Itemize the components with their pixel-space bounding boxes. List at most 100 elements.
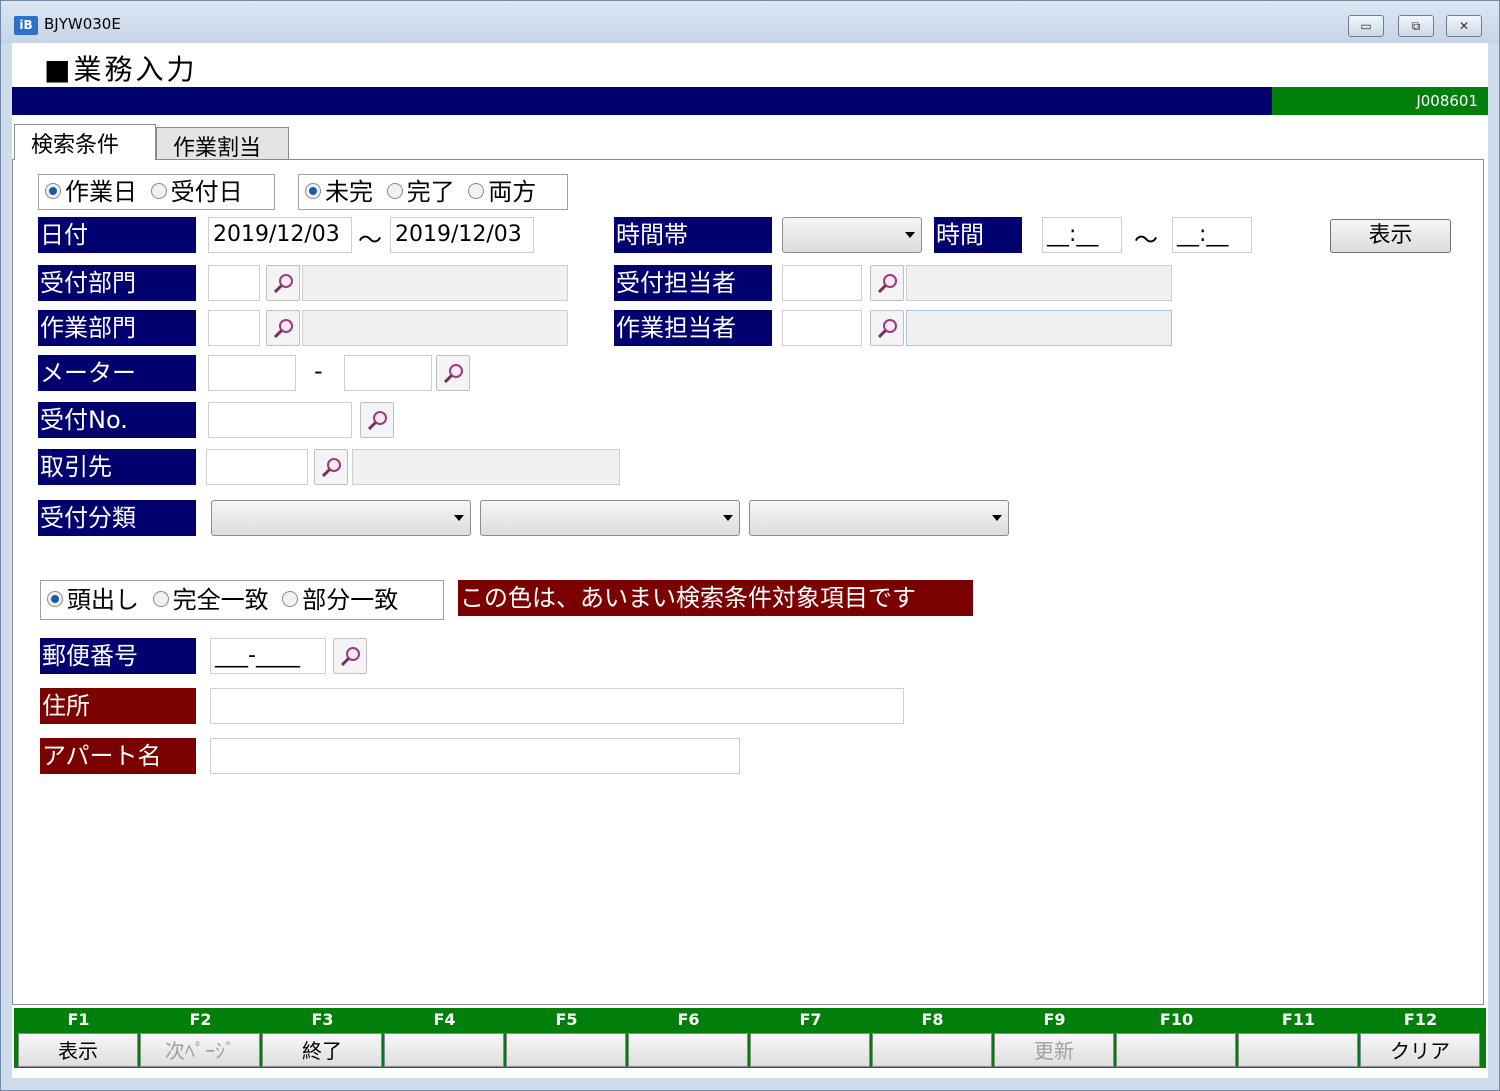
apartment-label: アパート名 <box>40 738 196 774</box>
radio-prefix-match[interactable] <box>47 591 63 607</box>
search-icon[interactable] <box>360 402 394 438</box>
minimize-button[interactable]: ▭ <box>1348 15 1384 37</box>
radio-partial-match[interactable] <box>282 591 299 607</box>
radio-partial-match-label: 部分一致 <box>302 586 399 614</box>
chevron-down-icon <box>454 515 464 521</box>
postal-label: 郵便番号 <box>40 638 196 674</box>
match-radio-group: 頭出し 完全一致 部分一致 <box>40 580 444 620</box>
fkey-f3-label: F3 <box>311 1010 334 1029</box>
work-dept-label: 作業部門 <box>38 310 196 346</box>
fkey-f1-label: F1 <box>67 1010 90 1029</box>
radio-complete[interactable] <box>386 183 403 199</box>
fkey-f12-button[interactable]: クリア <box>1360 1033 1480 1067</box>
fkey-f8-label: F8 <box>921 1010 944 1029</box>
fkey-f5-button[interactable] <box>506 1033 626 1067</box>
search-icon[interactable] <box>266 310 300 346</box>
fkey-f7-button[interactable] <box>750 1033 870 1067</box>
radio-both[interactable] <box>468 183 485 199</box>
page-title: ■業務入力 <box>44 53 198 86</box>
meter-to-input[interactable] <box>344 355 432 391</box>
time-range-separator: ～ <box>1134 226 1158 254</box>
fkey-f11-button[interactable] <box>1238 1033 1358 1067</box>
close-button[interactable]: ✕ <box>1446 15 1482 37</box>
fkey-f1-button[interactable]: 表示 <box>18 1033 138 1067</box>
meter-from-input[interactable] <box>208 355 296 391</box>
fuzzy-search-note: この色は、あいまい検索条件対象項目です <box>458 580 973 616</box>
fkey-f10-button[interactable] <box>1116 1033 1236 1067</box>
recv-class-label: 受付分類 <box>38 500 196 536</box>
postal-input[interactable]: ___-____ <box>210 638 326 674</box>
address-label: 住所 <box>40 688 196 724</box>
title-bar[interactable] <box>1 1 1499 43</box>
meter-label: メーター <box>38 355 196 391</box>
tab-work-assignment[interactable]: 作業割当 <box>156 127 289 161</box>
fkey-f6-button[interactable] <box>628 1033 748 1067</box>
radio-exact-match-label: 完全一致 <box>172 586 269 614</box>
recv-no-input[interactable] <box>208 402 352 438</box>
radio-prefix-match-label: 頭出し <box>67 586 139 614</box>
work-person-label: 作業担当者 <box>614 310 772 346</box>
recv-class-select-1[interactable] <box>211 500 471 536</box>
radio-complete-label: 完了 <box>406 178 455 206</box>
date-from-input[interactable]: 2019/12/03 <box>208 217 352 253</box>
radio-work-date-label: 作業日 <box>65 178 137 206</box>
chevron-down-icon <box>992 515 1002 521</box>
search-icon[interactable] <box>266 265 300 301</box>
work-dept-code-input[interactable] <box>208 310 260 346</box>
fkey-f9-button[interactable]: 更新 <box>994 1033 1114 1067</box>
fkey-f4-button[interactable] <box>384 1033 504 1067</box>
radio-exact-match[interactable] <box>152 591 169 607</box>
tab-search-conditions[interactable]: 検索条件 <box>14 124 156 160</box>
time-label: 時間 <box>934 217 1022 253</box>
date-type-radio-group: 作業日 受付日 <box>38 174 275 210</box>
show-button[interactable]: 表示 <box>1330 219 1451 253</box>
date-to-input[interactable]: 2019/12/03 <box>390 217 534 253</box>
radio-incomplete[interactable] <box>305 183 321 199</box>
search-icon[interactable] <box>436 355 470 391</box>
search-icon[interactable] <box>870 310 904 346</box>
fkey-f8-button[interactable] <box>872 1033 992 1067</box>
recv-class-select-2[interactable] <box>480 500 740 536</box>
radio-work-date[interactable] <box>45 183 61 199</box>
chevron-down-icon <box>905 232 915 238</box>
radio-both-label: 両方 <box>488 178 537 206</box>
timeband-label: 時間帯 <box>614 217 772 253</box>
date-label: 日付 <box>38 217 196 253</box>
recv-person-label: 受付担当者 <box>614 265 772 301</box>
work-dept-name <box>302 310 568 346</box>
apartment-input[interactable] <box>210 738 740 774</box>
search-icon[interactable] <box>333 638 367 674</box>
client-name <box>352 449 620 485</box>
fkey-f11-label: F11 <box>1281 1010 1316 1029</box>
fkey-f6-label: F6 <box>677 1010 700 1029</box>
search-icon[interactable] <box>870 265 904 301</box>
timeband-select[interactable] <box>782 217 922 253</box>
maximize-button[interactable]: ⧉ <box>1398 15 1434 37</box>
radio-receipt-date[interactable] <box>150 183 167 199</box>
date-range-separator: ～ <box>358 226 382 254</box>
status-radio-group: 未完 完了 両方 <box>298 174 568 210</box>
meter-range-separator: - <box>314 357 323 385</box>
radio-receipt-date-label: 受付日 <box>170 178 243 206</box>
client-label: 取引先 <box>38 449 196 485</box>
fkey-f9-label: F9 <box>1043 1010 1066 1029</box>
recv-no-label: 受付No. <box>38 402 196 438</box>
address-input[interactable] <box>210 688 904 724</box>
fkey-f4-label: F4 <box>433 1010 456 1029</box>
fkey-f2-button[interactable]: 次ﾍﾟｰｼﾞ <box>140 1033 260 1067</box>
fkey-f3-button[interactable]: 終了 <box>262 1033 382 1067</box>
recv-dept-name <box>302 265 568 301</box>
app-icon: iB <box>14 16 38 35</box>
work-person-code-input[interactable] <box>782 310 862 346</box>
time-from-input[interactable]: __:__ <box>1042 217 1122 253</box>
recv-class-select-3[interactable] <box>749 500 1009 536</box>
time-to-input[interactable]: __:__ <box>1172 217 1252 253</box>
client-code-input[interactable] <box>206 449 308 485</box>
search-icon[interactable] <box>314 449 348 485</box>
chevron-down-icon <box>723 515 733 521</box>
recv-dept-code-input[interactable] <box>208 265 260 301</box>
screen-code: J008601 <box>1272 87 1488 115</box>
fkey-f12-label: F12 <box>1403 1010 1438 1029</box>
recv-person-code-input[interactable] <box>782 265 862 301</box>
fkey-f10-label: F10 <box>1159 1010 1194 1029</box>
